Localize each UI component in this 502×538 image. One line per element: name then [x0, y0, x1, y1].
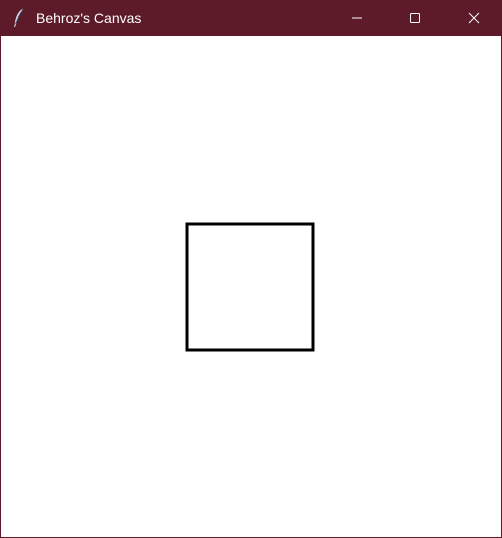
- close-icon: [468, 12, 480, 24]
- feather-icon: [14, 8, 24, 28]
- maximize-icon: [410, 13, 420, 23]
- app-window: Behroz's Canvas: [0, 0, 502, 538]
- window-title: Behroz's Canvas: [36, 10, 142, 26]
- minimize-button[interactable]: [334, 0, 380, 36]
- title-bar[interactable]: Behroz's Canvas: [1, 0, 502, 36]
- maximize-button[interactable]: [392, 0, 438, 36]
- drawn-square: [185, 222, 315, 352]
- minimize-icon: [352, 17, 362, 19]
- drawing-canvas[interactable]: [1, 36, 501, 537]
- close-button[interactable]: [451, 0, 497, 36]
